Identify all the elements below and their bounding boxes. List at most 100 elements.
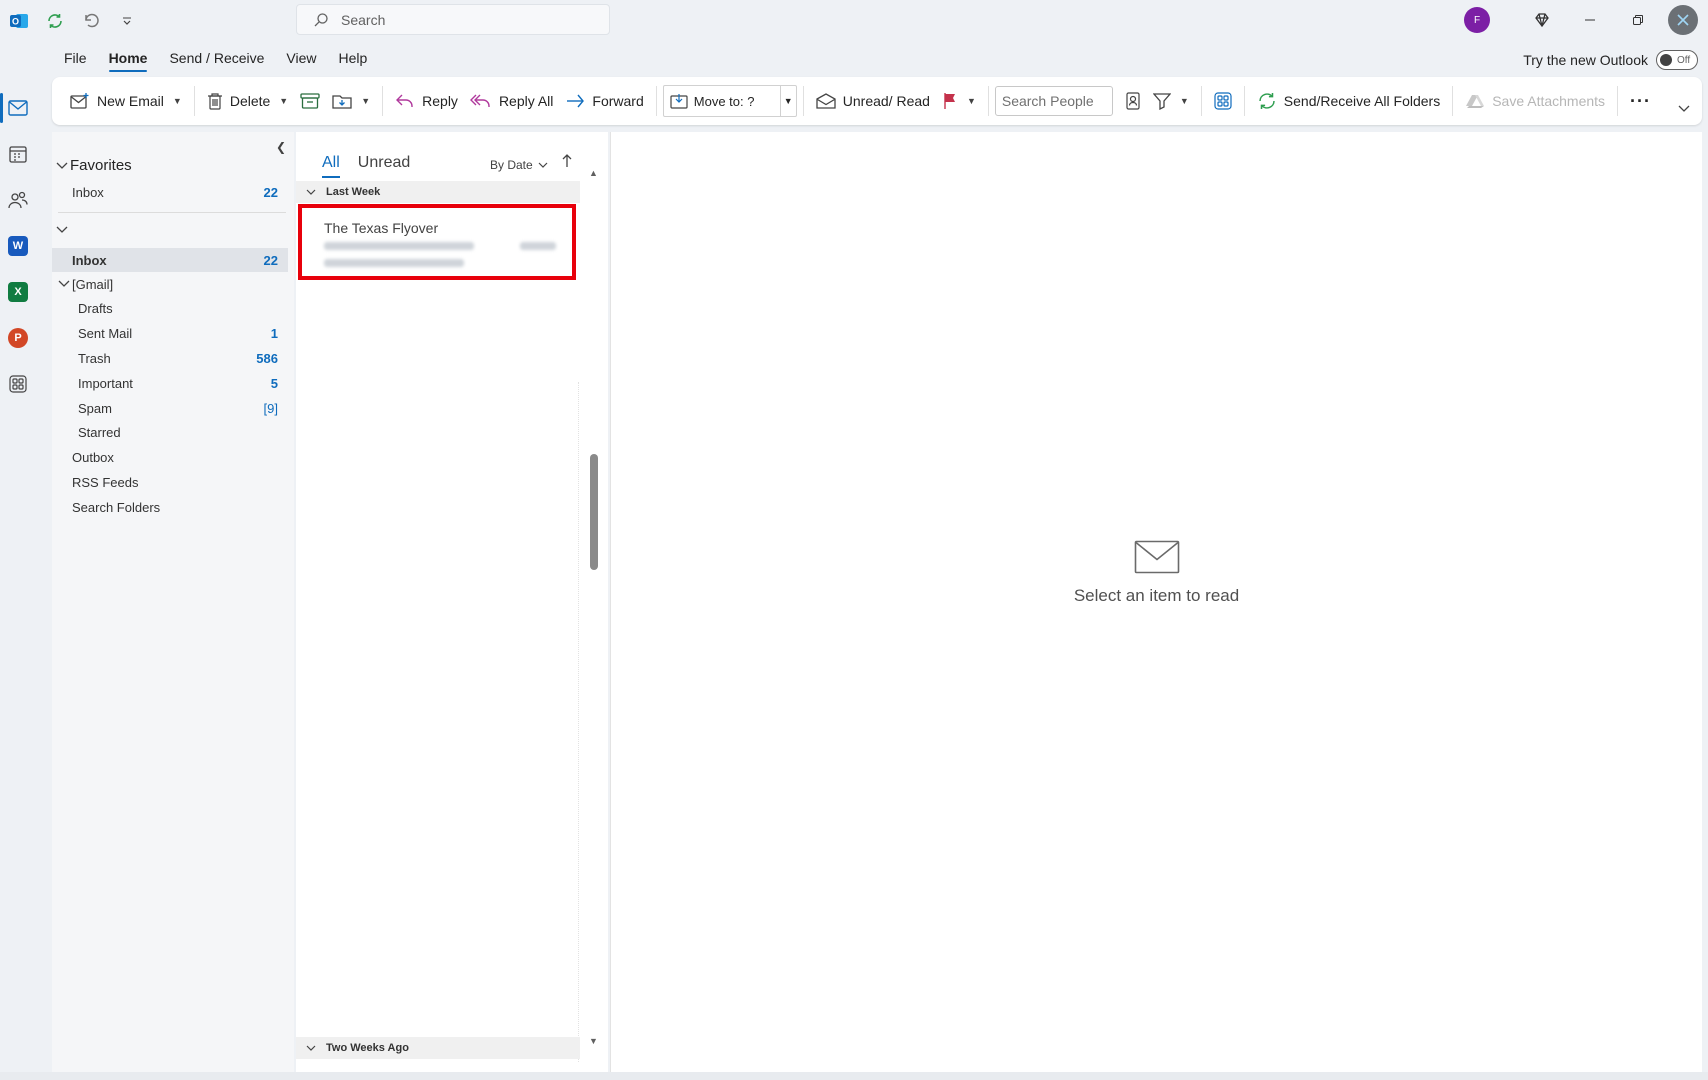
unread-count: 22 <box>263 184 278 200</box>
tab-home[interactable]: Home <box>108 50 147 72</box>
group-label: Two Weeks Ago <box>326 1042 409 1054</box>
chevron-down-icon[interactable]: ▼ <box>967 96 976 106</box>
favorites-label: Favorites <box>70 157 132 174</box>
scroll-down-arrow-icon[interactable]: ▼ <box>589 1036 598 1046</box>
new-email-button[interactable]: New Email ▼ <box>64 84 188 118</box>
ribbon-divider <box>802 86 804 116</box>
message-sender: The Texas Flyover <box>324 220 439 236</box>
folder-trash[interactable]: Trash 586 <box>52 346 288 370</box>
close-button[interactable] <box>1668 5 1698 35</box>
sort-label: By Date <box>490 158 533 172</box>
folder-pane: ❮ Favorites Inbox 22 Inbox 22 [Gmail] Dr… <box>52 132 294 1080</box>
avatar[interactable]: F <box>1464 7 1490 33</box>
chevron-down-icon[interactable]: ▼ <box>279 96 288 106</box>
folder-label: Starred <box>78 424 121 440</box>
reply-all-icon <box>469 94 490 107</box>
folder-gmail[interactable]: [Gmail] <box>52 272 288 296</box>
save-attachments-label: Save Attachments <box>1492 93 1606 109</box>
forward-label: Forward <box>592 93 644 109</box>
premium-diamond-icon[interactable] <box>1518 0 1566 40</box>
undo-icon[interactable] <box>80 10 102 32</box>
folder-drafts[interactable]: Drafts <box>52 296 288 320</box>
move-to-dropdown[interactable]: Move to: ? ▼ <box>662 85 797 117</box>
search-input[interactable]: Search <box>296 4 610 35</box>
chevron-down-icon <box>56 226 68 233</box>
sort-by-dropdown[interactable]: By Date <box>490 158 548 172</box>
forward-button[interactable]: Forward <box>559 84 649 118</box>
excel-app-icon[interactable]: X <box>4 278 32 306</box>
collapse-pane-icon[interactable]: ❮ <box>276 140 286 154</box>
quick-access-dropdown-icon[interactable] <box>116 10 138 32</box>
list-item[interactable]: The Texas Flyover <box>298 204 576 280</box>
filter-icon <box>1152 93 1171 110</box>
tab-help[interactable]: Help <box>339 50 368 72</box>
restore-button[interactable] <box>1614 0 1662 40</box>
more-options-button[interactable]: ··· <box>1624 84 1657 118</box>
send-receive-all-button[interactable]: Send/Receive All Folders <box>1251 84 1446 118</box>
folder-outbox[interactable]: Outbox <box>52 445 288 469</box>
reading-pane-empty-state: Select an item to read <box>611 540 1702 606</box>
ribbon-divider <box>987 86 989 116</box>
more-apps-icon[interactable] <box>4 370 32 398</box>
message-list-scrollbar[interactable]: ▲ ▼ <box>586 166 602 1046</box>
minimize-button[interactable] <box>1566 0 1614 40</box>
chevron-down-icon[interactable]: ▼ <box>1180 96 1189 106</box>
tab-send-receive[interactable]: Send / Receive <box>169 50 264 72</box>
folder-inbox[interactable]: Inbox 22 <box>52 248 288 272</box>
ribbon-divider <box>1452 86 1454 116</box>
people-icon[interactable] <box>4 186 32 214</box>
favorites-header[interactable]: Favorites <box>56 157 132 174</box>
close-icon <box>1677 14 1689 26</box>
tab-view[interactable]: View <box>286 50 316 72</box>
address-book-button[interactable] <box>1119 84 1147 118</box>
account-header[interactable] <box>56 225 68 235</box>
try-new-outlook-label: Try the new Outlook <box>1523 52 1648 68</box>
chevron-down-icon[interactable]: ▼ <box>173 96 182 106</box>
chevron-down-icon <box>56 162 68 169</box>
powerpoint-app-icon[interactable]: P <box>4 324 32 352</box>
folder-search-folders[interactable]: Search Folders <box>52 495 288 519</box>
word-app-icon[interactable]: W <box>4 232 32 260</box>
group-header-two-weeks-ago[interactable]: Two Weeks Ago <box>296 1037 580 1059</box>
move-to-folder-button[interactable]: ▼ <box>326 84 376 118</box>
tab-unread[interactable]: Unread <box>358 154 410 172</box>
tab-file[interactable]: File <box>64 50 87 72</box>
reading-pane: Select an item to read <box>610 132 1702 1080</box>
reply-button[interactable]: Reply <box>389 84 464 118</box>
archive-button[interactable] <box>294 84 326 118</box>
favorites-inbox[interactable]: Inbox 22 <box>52 180 288 204</box>
toggle-knob <box>1660 54 1672 66</box>
scroll-up-arrow-icon[interactable]: ▲ <box>589 168 598 178</box>
search-people-input[interactable]: Search People <box>994 86 1113 116</box>
save-attachments-button[interactable]: Save Attachments <box>1459 84 1611 118</box>
flag-button[interactable]: ▼ <box>936 84 982 118</box>
folder-label: Drafts <box>78 300 113 316</box>
filter-button[interactable]: ▼ <box>1147 84 1195 118</box>
sort-direction-arrow-icon[interactable] <box>562 154 572 172</box>
scroll-thumb[interactable] <box>590 454 598 570</box>
reply-all-button[interactable]: Reply All <box>464 84 559 118</box>
sync-icon[interactable] <box>44 10 66 32</box>
calendar-icon[interactable] <box>4 140 32 168</box>
folder-rss-feeds[interactable]: RSS Feeds <box>52 470 288 494</box>
tab-all[interactable]: All <box>322 154 340 178</box>
chevron-down-icon[interactable]: ▼ <box>361 96 370 106</box>
delete-button[interactable]: Delete ▼ <box>201 84 294 118</box>
address-book-icon <box>1126 92 1140 110</box>
folder-label: Search Folders <box>72 499 161 515</box>
chevron-down-icon[interactable]: ▼ <box>779 86 796 116</box>
try-new-outlook-toggle[interactable]: Off <box>1656 50 1698 70</box>
apps-button[interactable] <box>1208 84 1238 118</box>
message-preview-blurred <box>324 259 464 267</box>
folder-starred[interactable]: Starred <box>52 420 288 444</box>
folder-spam[interactable]: Spam [9] <box>52 396 288 420</box>
folder-label: Inbox <box>72 252 107 268</box>
ribbon-expand-chevron-icon[interactable] <box>1672 91 1696 125</box>
unread-read-button[interactable]: Unread/ Read <box>810 84 936 118</box>
folder-important[interactable]: Important 5 <box>52 371 288 395</box>
folder-sent-mail[interactable]: Sent Mail 1 <box>52 321 288 345</box>
unread-count: 22 <box>263 252 278 268</box>
mail-icon[interactable] <box>4 94 32 122</box>
group-header-last-week[interactable]: Last Week <box>296 181 580 203</box>
archive-icon <box>300 93 320 109</box>
